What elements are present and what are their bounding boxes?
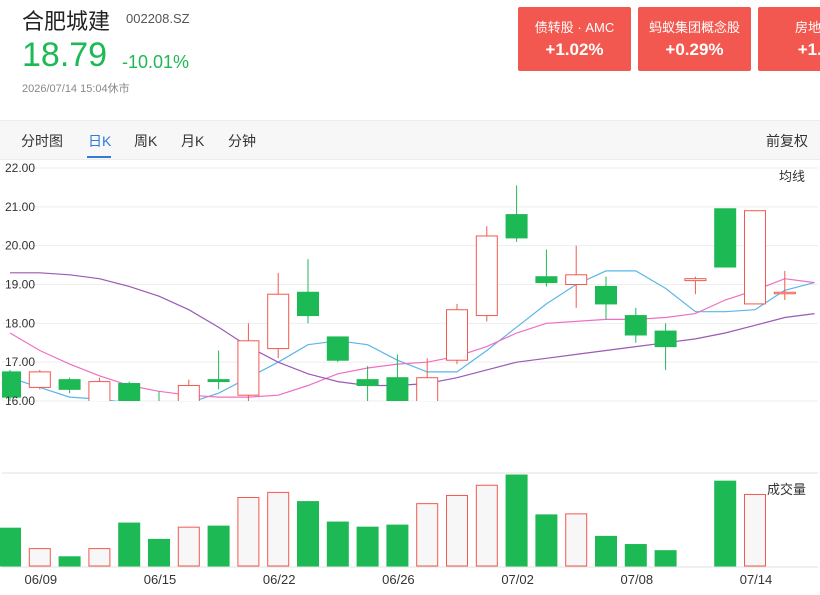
candle-body [595, 285, 617, 305]
volume-bar [58, 556, 81, 567]
volume-bar [416, 503, 439, 567]
candle-body [237, 340, 260, 396]
volume-bar [28, 548, 51, 567]
candle-body [714, 208, 737, 268]
candle-body [446, 309, 468, 361]
volume-bar [356, 526, 379, 567]
volume-bar [267, 491, 290, 567]
volume-bar [595, 535, 617, 567]
candle-body [118, 383, 141, 401]
candle-body [149, 405, 170, 424]
volume-bar [654, 550, 677, 567]
volume-bar [0, 527, 21, 567]
y-tick-label: 18.00 [5, 316, 35, 330]
candle-body [416, 377, 439, 401]
candle-body [297, 291, 319, 317]
y-tick-label: 17.00 [5, 355, 35, 369]
candle-body [356, 379, 379, 386]
volume-bar [624, 544, 647, 567]
candle-body [326, 336, 349, 361]
candle-body [207, 379, 230, 383]
y-tick-label: 19.00 [5, 278, 35, 292]
candle-body [565, 274, 588, 285]
x-tick-label: 07/14 [740, 572, 773, 587]
x-tick-label: 07/08 [621, 572, 654, 587]
candle-body [58, 379, 81, 390]
candle-body [475, 235, 498, 317]
volume-label: 成交量 [767, 482, 806, 497]
price-plot-area [2, 185, 815, 424]
volume-bar [297, 501, 319, 567]
volume-bar [148, 538, 170, 567]
candle-body [773, 291, 796, 295]
candle-body [28, 371, 51, 388]
volume-bar [88, 548, 111, 567]
candle-body [535, 276, 558, 284]
x-tick-label: 07/02 [501, 572, 534, 587]
y-tick-label: 16.00 [5, 394, 35, 408]
ma-label: 均线 [779, 169, 805, 184]
volume-bar [744, 493, 766, 567]
candle-body [505, 214, 528, 239]
x-tick-label: 06/15 [144, 572, 177, 587]
candle-body [744, 210, 766, 305]
y-tick-label: 22.00 [5, 161, 35, 175]
candle-body [684, 278, 707, 282]
volume-bar [446, 494, 468, 567]
volume-bar [177, 526, 200, 567]
y-tick-label: 21.00 [5, 200, 35, 214]
volume-bar [326, 521, 349, 567]
volume-bar [237, 497, 260, 567]
candle-body [177, 384, 200, 401]
ma-line [9, 278, 815, 398]
volume-bar [386, 524, 409, 567]
x-tick-label: 06/22 [263, 572, 296, 587]
volume-bar [475, 484, 498, 567]
volume-bar [118, 522, 141, 567]
volume-bar [714, 480, 737, 567]
volume-bar [535, 514, 558, 567]
candle-body [654, 330, 677, 348]
candle-body [267, 293, 290, 350]
candle-body [624, 315, 647, 336]
volume-bar [505, 474, 528, 567]
x-tick-label: 06/26 [382, 572, 415, 587]
volume-bar [207, 525, 230, 567]
volume-bar [565, 513, 588, 567]
x-tick-label: 06/09 [25, 572, 58, 587]
kline-chart[interactable]: 22.00 21.00 20.00 19.00 18.00 17.00 16.00 06/09… [0, 0, 820, 595]
candle-body [386, 377, 409, 401]
y-tick-label: 20.00 [5, 239, 35, 253]
ma-line [10, 272, 815, 387]
